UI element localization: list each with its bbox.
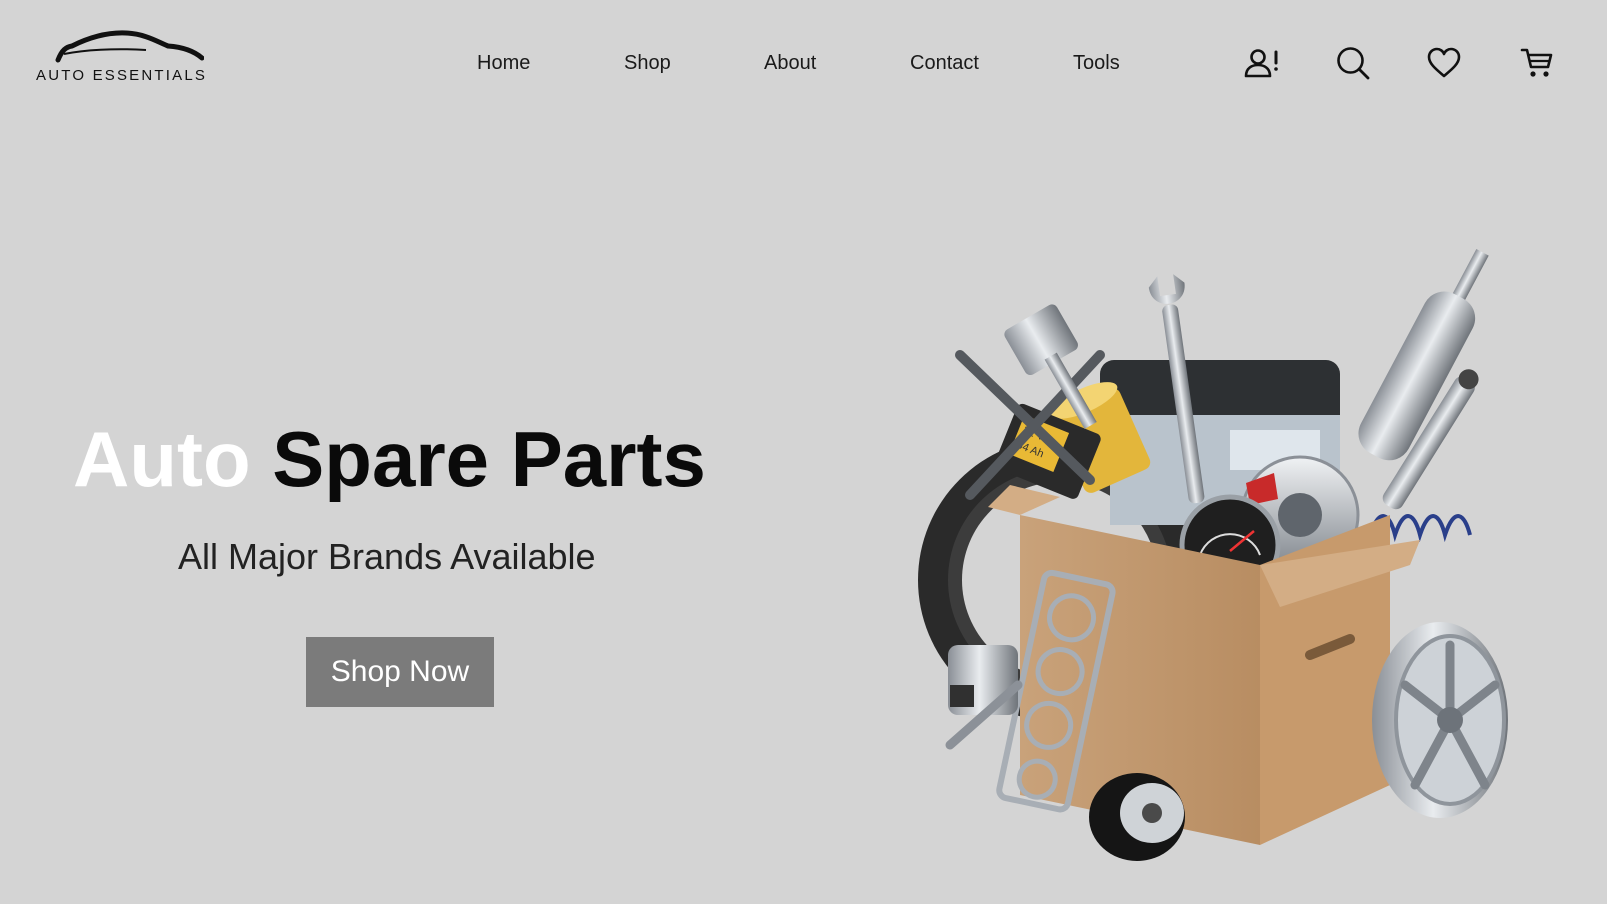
car-silhouette-icon [55, 30, 204, 63]
brand-name: AUTO ESSENTIALS [36, 67, 208, 84]
hero-title-main: Spare Parts [272, 415, 706, 503]
account-icon[interactable] [1243, 44, 1281, 82]
shop-now-button[interactable]: Shop Now [306, 637, 494, 707]
alternator-illustration [948, 645, 1018, 715]
nav-contact-link[interactable]: Contact [910, 52, 979, 75]
hero-subtitle: All Major Brands Available [178, 536, 596, 577]
search-icon[interactable] [1334, 44, 1372, 82]
nav-shop-link[interactable]: Shop [624, 52, 671, 75]
nav-home-link[interactable]: Home [477, 52, 530, 75]
site-header: AUTO ESSENTIALS Home Shop About Contact … [0, 0, 1607, 130]
auto-parts-box-illustration: 12 V 64 Ah [918, 248, 1508, 861]
hero-title-highlight: Auto [73, 415, 251, 503]
cart-icon[interactable] [1518, 44, 1556, 82]
oil-filter-illustration [1089, 773, 1185, 861]
heart-icon[interactable] [1425, 44, 1463, 82]
nav-tools-link[interactable]: Tools [1073, 52, 1120, 75]
nav-about-link[interactable]: About [764, 52, 816, 75]
alloy-wheel-illustration [1372, 622, 1508, 818]
hero-title: Auto Spare Parts [73, 420, 706, 498]
brand-logo[interactable]: AUTO ESSENTIALS [34, 30, 234, 86]
